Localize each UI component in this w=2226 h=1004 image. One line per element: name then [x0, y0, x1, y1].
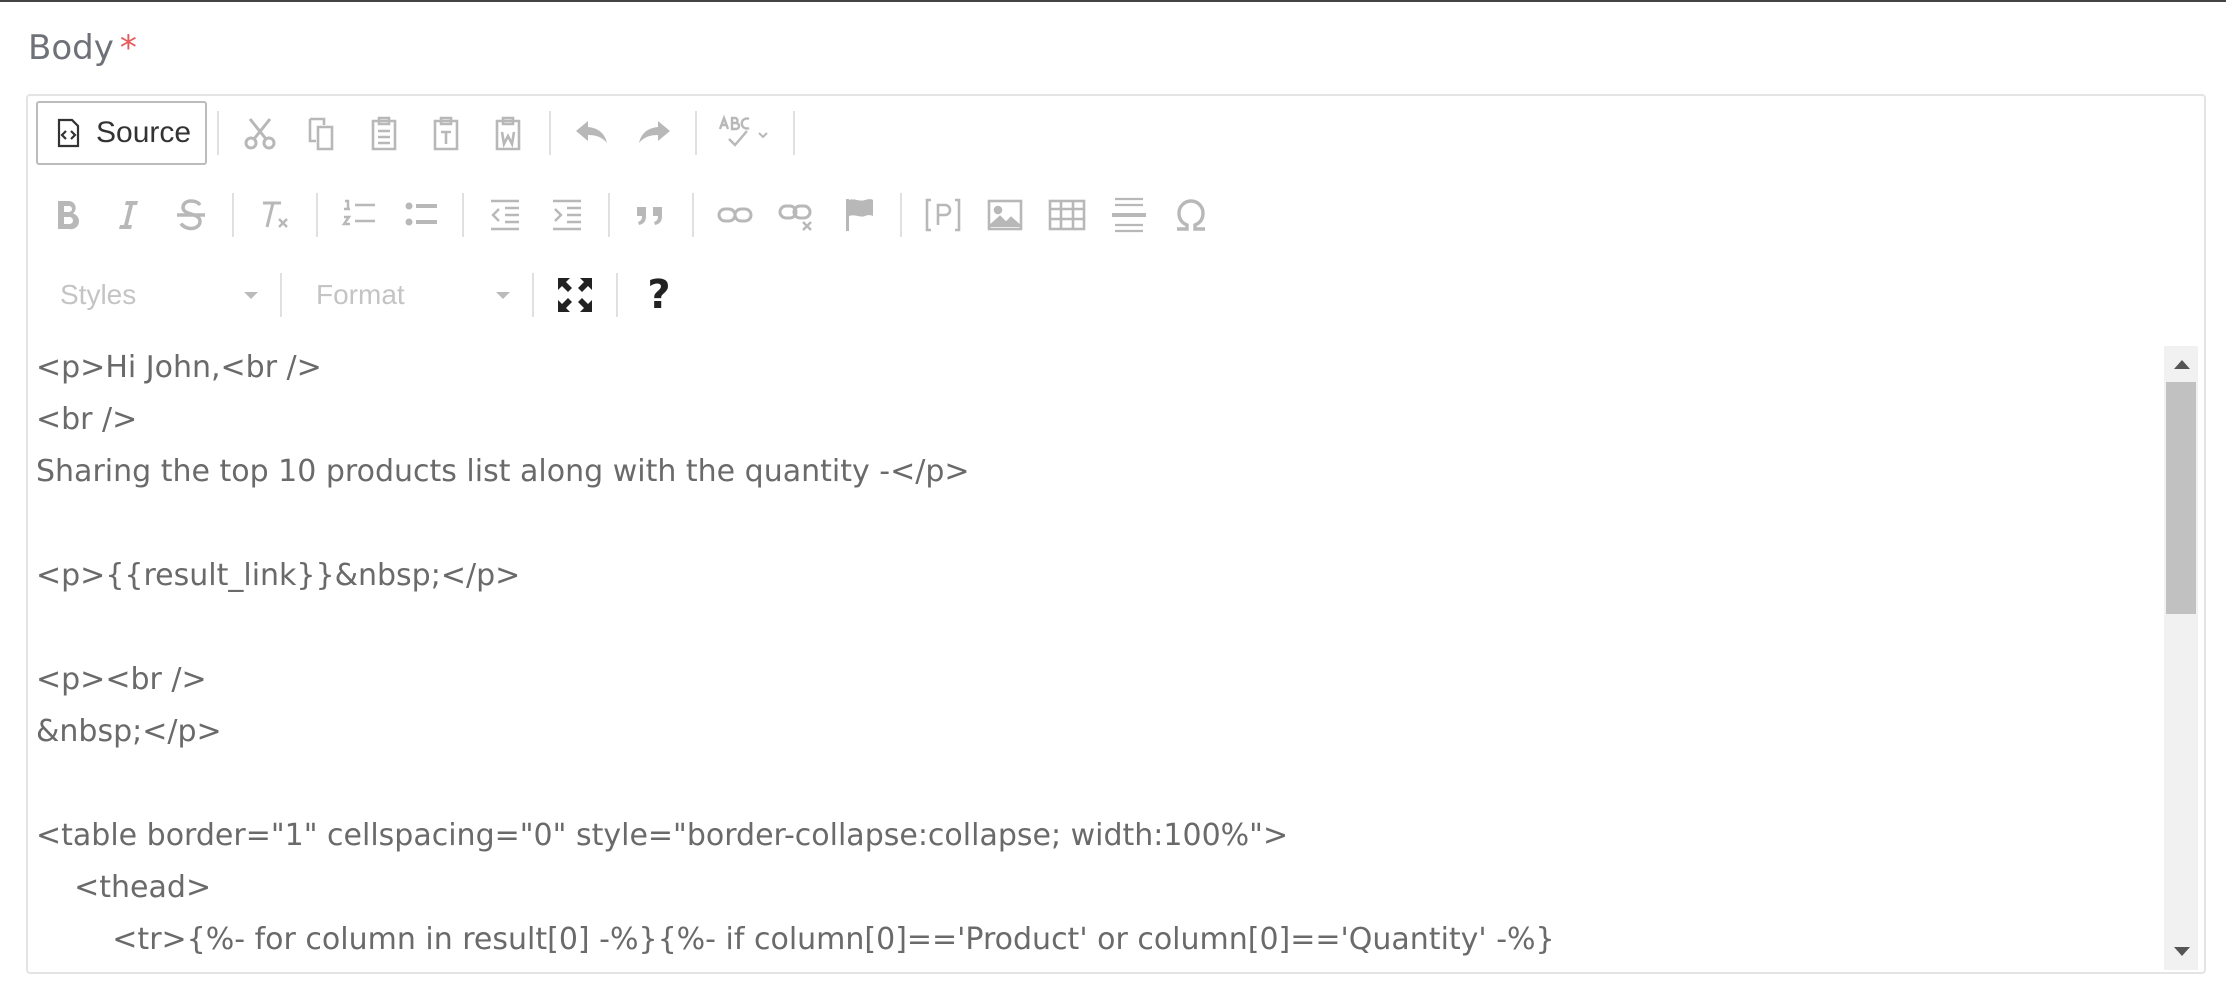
chevron-down-icon: [496, 291, 510, 299]
toolbar-separator: [280, 273, 282, 317]
source-icon: [57, 118, 80, 148]
toolbar-row-formatting: [36, 182, 1222, 248]
toolbar-separator: [549, 111, 552, 155]
styles-dropdown[interactable]: Styles: [36, 267, 270, 323]
placeholder-icon: [925, 198, 961, 232]
toolbar-separator: [532, 273, 534, 317]
toolbar-row-styles: Styles Format ?: [36, 262, 690, 328]
numbered-list-icon: [341, 199, 375, 226]
toolbar-row-clipboard: Source: [36, 100, 805, 166]
strikethrough-icon: [177, 199, 205, 231]
scrollbar-thumb[interactable]: [2166, 382, 2196, 614]
flag-icon: [846, 199, 873, 231]
toolbar-separator: [692, 193, 694, 237]
paste-icon: [371, 116, 397, 151]
help-icon: ?: [647, 272, 671, 318]
toolbar-separator: [316, 193, 318, 237]
horizontal-line-button[interactable]: [1098, 186, 1160, 244]
code-line: <br />: [36, 402, 138, 437]
code-line: <p>{{result_link}}&nbsp;</p>: [36, 558, 521, 593]
decrease-indent-icon: [491, 199, 519, 231]
help-button[interactable]: ?: [628, 266, 690, 324]
paste-word-button[interactable]: [477, 104, 539, 162]
decrease-indent-button[interactable]: [474, 186, 536, 244]
code-line: <p>Hi John,<br />: [36, 350, 322, 385]
toolbar-separator: [695, 111, 698, 155]
italic-button[interactable]: [98, 186, 160, 244]
required-asterisk: *: [119, 28, 137, 68]
paste-text-button[interactable]: [415, 104, 477, 162]
increase-indent-button[interactable]: [536, 186, 598, 244]
format-dropdown-label: Format: [316, 279, 405, 310]
scroll-up-icon[interactable]: [2174, 360, 2190, 369]
unlink-icon: [778, 204, 812, 231]
source-code-textarea[interactable]: <p>Hi John,<br /> <br /> Sharing the top…: [28, 342, 2158, 972]
maximize-icon: [558, 278, 592, 312]
rich-text-editor: Source Styles Format ? <p>Hi John,<br />…: [26, 94, 2206, 974]
paste-button[interactable]: [353, 104, 415, 162]
quote-icon: [637, 207, 662, 225]
undo-icon: [576, 121, 608, 143]
source-button-label: Source: [96, 116, 192, 149]
toolbar-separator: [793, 111, 796, 155]
code-line: <table border="1" cellspacing="0" style=…: [36, 818, 1289, 853]
copy-icon: [308, 117, 334, 151]
code-line: <thead>: [36, 870, 212, 905]
placeholder-button[interactable]: [912, 186, 974, 244]
bulleted-list-icon: [405, 202, 437, 226]
maximize-button[interactable]: [544, 266, 606, 324]
spellcheck-button[interactable]: [707, 104, 783, 162]
format-dropdown[interactable]: Format: [292, 267, 522, 323]
spellcheck-icon: [718, 114, 768, 147]
copy-button[interactable]: [291, 104, 353, 162]
redo-button[interactable]: [623, 104, 685, 162]
bold-icon: [58, 201, 80, 230]
remove-format-button[interactable]: [244, 186, 306, 244]
top-divider: [0, 0, 2226, 2]
bulleted-list-button[interactable]: [390, 186, 452, 244]
vertical-scrollbar[interactable]: [2164, 346, 2198, 970]
anchor-button[interactable]: [828, 186, 890, 244]
table-button[interactable]: [1036, 186, 1098, 244]
link-button[interactable]: [704, 186, 766, 244]
toolbar-separator: [900, 193, 902, 237]
toolbar-separator: [608, 193, 610, 237]
code-line: <tr>{%- for column in result[0] -%}{%- i…: [36, 922, 1555, 957]
bold-button[interactable]: [36, 186, 98, 244]
strikethrough-button[interactable]: [160, 186, 222, 244]
code-line: &nbsp;</p>: [36, 714, 222, 749]
remove-format-icon: [263, 201, 288, 228]
code-line: Sharing the top 10 products list along w…: [36, 454, 970, 489]
unlink-button[interactable]: [766, 186, 828, 244]
omega-icon: [1177, 199, 1205, 231]
toolbar-separator: [232, 193, 234, 237]
chevron-down-icon: [244, 291, 258, 299]
scroll-down-icon[interactable]: [2174, 947, 2190, 956]
blockquote-button[interactable]: [620, 186, 682, 244]
code-line: <p><br />: [36, 662, 207, 697]
italic-icon: [119, 201, 138, 229]
toolbar-separator: [616, 273, 618, 317]
image-icon: [987, 199, 1023, 231]
scissors-icon: [244, 118, 276, 150]
paste-word-icon: [495, 116, 521, 151]
image-button[interactable]: [974, 186, 1036, 244]
cut-button[interactable]: [229, 104, 291, 162]
increase-indent-icon: [553, 199, 581, 231]
undo-button[interactable]: [561, 104, 623, 162]
body-field-label: Body *: [28, 28, 137, 68]
redo-icon: [639, 121, 671, 143]
link-icon: [717, 207, 753, 223]
numbered-list-button[interactable]: [328, 186, 390, 244]
paste-text-icon: [433, 116, 459, 151]
source-button[interactable]: Source: [36, 101, 208, 165]
field-label-text: Body: [28, 28, 114, 68]
toolbar-separator: [462, 193, 464, 237]
horizontal-line-icon: [1112, 197, 1146, 233]
styles-dropdown-label: Styles: [60, 279, 137, 310]
toolbar-separator: [217, 111, 220, 155]
special-character-button[interactable]: [1160, 186, 1222, 244]
table-icon: [1048, 199, 1086, 231]
